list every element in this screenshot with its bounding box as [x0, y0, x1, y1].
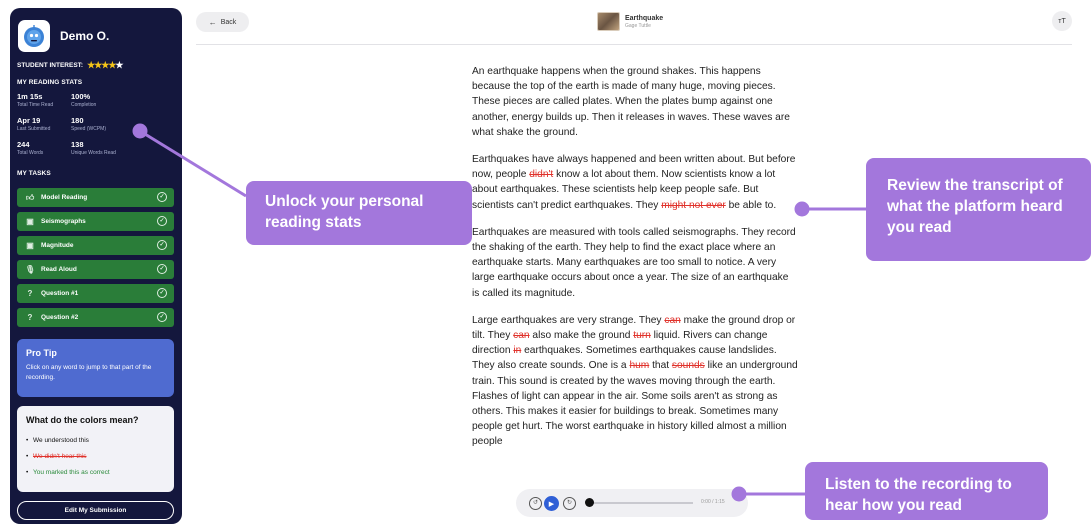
callout-connectors	[132, 123, 866, 502]
connector-stats	[139, 129, 247, 198]
app-root: Demo O. STUDENT INTEREST: ★★★★★ MY READI…	[0, 0, 1091, 524]
callout-reading-stats: Unlock your personal reading stats	[246, 181, 472, 245]
connector-dot-stats	[132, 123, 148, 139]
callout-recording: Listen to the recording to hear how you …	[805, 462, 1048, 520]
connector-dot-recording	[731, 486, 747, 502]
callout-transcript: Review the transcript of what the platfo…	[866, 158, 1091, 261]
connector-dot-transcript	[794, 201, 810, 217]
